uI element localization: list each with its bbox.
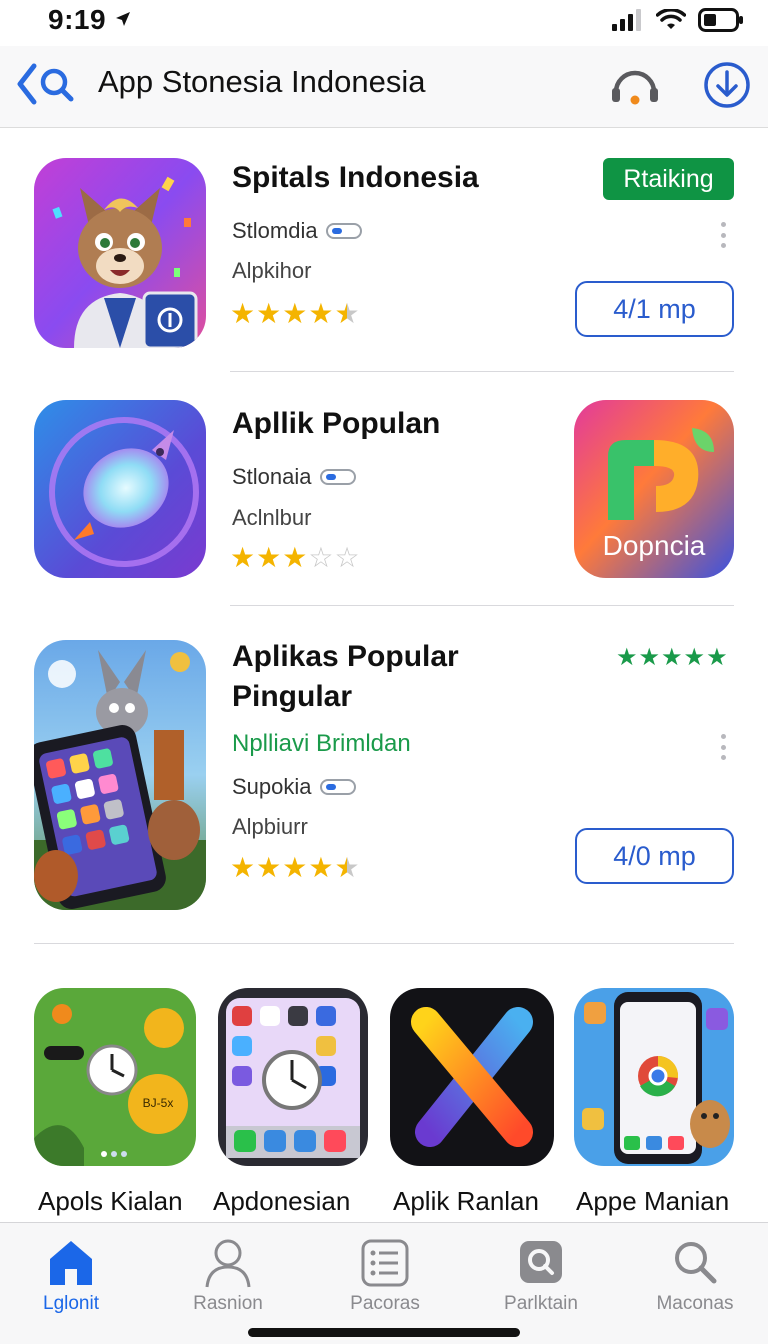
star-icon: ☆ xyxy=(308,542,334,573)
more-options-icon[interactable] xyxy=(718,222,728,248)
developer-name: Stlomdia xyxy=(232,218,318,243)
star-icon: ★ xyxy=(706,644,728,671)
app-category: Alpbiurr xyxy=(232,814,308,839)
status-time: 9:19 xyxy=(48,4,132,36)
developer-line: Stlomdia xyxy=(232,218,362,244)
person-icon xyxy=(205,1239,251,1288)
star-icon: ★ xyxy=(230,852,256,883)
home-icon xyxy=(50,1241,92,1285)
tab-profile[interactable]: Rasnion xyxy=(163,1237,293,1315)
search-icon xyxy=(675,1242,717,1284)
star-icon: ★ xyxy=(282,852,308,883)
chrome-phone-app-icon[interactable] xyxy=(574,988,734,1166)
developer-line: Supokia xyxy=(232,774,356,800)
page-title: App Stonesia Indonesia xyxy=(98,64,426,99)
ranking-badge: Rtaiking xyxy=(603,158,734,200)
list-icon xyxy=(361,1239,409,1287)
tab-search-apps[interactable]: Parlktain xyxy=(476,1237,606,1315)
rocket-bulb-icon[interactable] xyxy=(34,400,206,578)
search-app-icon xyxy=(520,1241,562,1283)
star-icon: ★ xyxy=(334,852,360,883)
signal-icon xyxy=(612,9,641,31)
divider xyxy=(230,371,734,372)
app-pill-label: BJ-5x xyxy=(142,1096,174,1110)
star-icon: ★ xyxy=(334,298,360,329)
star-icon: ★ xyxy=(230,542,256,573)
tab-list[interactable]: Pacoras xyxy=(320,1237,450,1315)
phone-characters-icon[interactable] xyxy=(34,640,206,910)
star-icon: ★ xyxy=(683,644,706,671)
star-icon: ★ xyxy=(638,644,661,671)
phone-clock-app-icon[interactable] xyxy=(218,988,368,1166)
rating-stars: ★ ★ ★ ★ ★ xyxy=(230,854,360,882)
star-icon: ★ xyxy=(308,298,334,329)
green-clock-app-icon[interactable]: BJ-5x xyxy=(34,988,196,1166)
star-icon: ★ xyxy=(282,542,308,573)
status-bar: 9:19 xyxy=(0,0,768,44)
divider xyxy=(34,943,734,944)
app-name[interactable]: Spitals Indonesia xyxy=(232,158,479,198)
fox-character-icon[interactable] xyxy=(34,158,206,348)
divider xyxy=(230,605,734,606)
grid-app-label[interactable]: Aplik Ranlan xyxy=(393,1186,539,1217)
x-logo-app-icon[interactable] xyxy=(390,988,554,1166)
battery-icon xyxy=(698,8,743,32)
rating-stars: ★ ★ ★ ★ ★ xyxy=(230,300,360,328)
top-rating-stars: ★ ★ ★ ★ ★ xyxy=(616,644,728,672)
star-icon: ★ xyxy=(230,298,256,329)
back-search-icon[interactable] xyxy=(16,62,80,106)
grid-app-label[interactable]: Apols Kialan xyxy=(38,1186,183,1217)
toggle-pill-icon xyxy=(319,779,356,795)
developer-name: Stlonaia xyxy=(232,464,312,489)
developer-line: Stlonaia xyxy=(232,464,356,490)
star-icon: ★ xyxy=(256,298,282,329)
app-category: Aclnlbur xyxy=(232,505,312,530)
star-icon: ★ xyxy=(308,852,334,883)
app-category: Alpkihor xyxy=(232,258,312,283)
tab-home[interactable]: Lglonit xyxy=(6,1237,136,1315)
grid-app-label[interactable]: Appe Manian xyxy=(576,1186,729,1217)
more-options-icon[interactable] xyxy=(718,734,728,760)
status-icons xyxy=(612,8,744,32)
star-icon: ☆ xyxy=(334,542,360,573)
app-name[interactable]: Apllik Populan xyxy=(232,404,440,444)
wifi-icon xyxy=(656,9,686,29)
tab-search[interactable]: Maconas xyxy=(630,1237,760,1315)
grid-app-label[interactable]: Apdonesian xyxy=(213,1186,350,1217)
get-button[interactable]: 4/0 mp xyxy=(575,828,734,884)
app-name[interactable]: Aplikas Popular Pingular xyxy=(232,637,459,717)
tab-bar: Lglonit Rasnion Pacoras Parlktain Macona… xyxy=(0,1222,768,1344)
home-indicator xyxy=(248,1328,520,1337)
star-icon: ★ xyxy=(256,542,282,573)
promo-label: Dopncia xyxy=(602,530,706,561)
download-icon[interactable] xyxy=(702,60,752,110)
star-icon: ★ xyxy=(616,644,638,671)
colorful-logo-icon[interactable]: Dopncia xyxy=(574,400,734,578)
headset-icon[interactable] xyxy=(608,58,662,112)
top-nav-bar: App Stonesia Indonesia xyxy=(0,46,768,128)
app-subtitle: Nplliavi Brimldan xyxy=(232,730,411,757)
toggle-pill-icon xyxy=(319,469,356,485)
star-icon: ★ xyxy=(282,298,308,329)
toggle-pill-icon xyxy=(325,223,362,239)
developer-name: Supokia xyxy=(232,774,312,799)
star-icon: ★ xyxy=(661,644,683,671)
star-icon: ★ xyxy=(256,852,282,883)
rating-stars: ★ ★ ★ ☆ ☆ xyxy=(230,544,360,572)
location-arrow-icon xyxy=(116,12,131,26)
get-button[interactable]: 4/1 mp xyxy=(575,281,734,337)
